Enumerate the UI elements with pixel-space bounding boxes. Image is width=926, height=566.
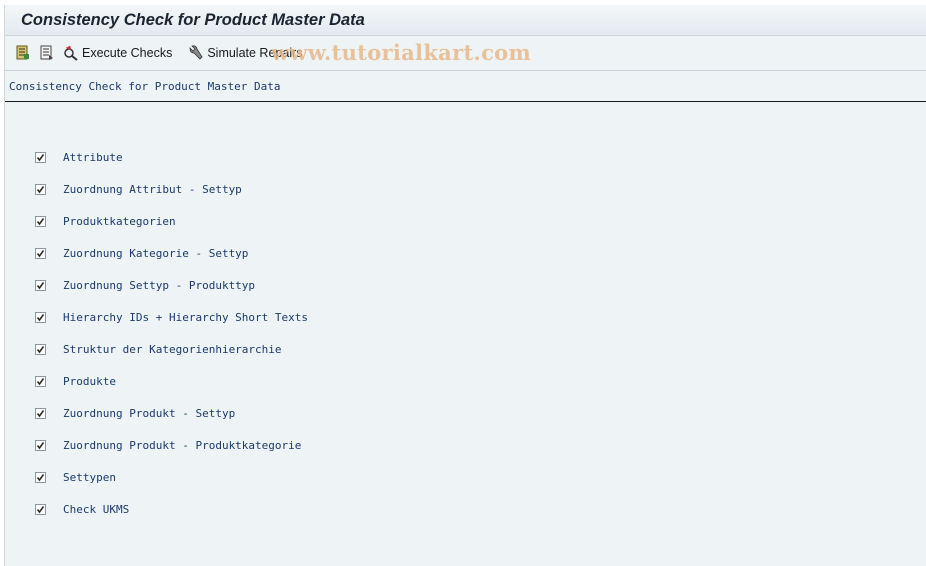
application-toolbar: Execute Checks Simulate Repairs www.tuto… (5, 36, 926, 71)
check-label: Settypen (63, 470, 116, 484)
check-label: Produkte (63, 374, 116, 388)
check-row: Zuordnung Settyp - Produkttyp (35, 269, 308, 301)
checkmark-icon (36, 185, 45, 193)
check-label: Struktur der Kategorienhierarchie (63, 342, 282, 356)
check-label: Produktkategorien (63, 214, 176, 228)
checkmark-icon (36, 505, 45, 513)
check-label: Zuordnung Produkt - Produktkategorie (63, 438, 302, 452)
checkbox[interactable] (35, 247, 46, 259)
check-label: Zuordnung Settyp - Produkttyp (63, 278, 256, 292)
execute-checks-icon (64, 45, 78, 61)
checkmark-icon (36, 281, 45, 289)
section-header: Consistency Check for Product Master Dat… (5, 71, 926, 102)
checkbox[interactable] (35, 407, 46, 419)
checkbox[interactable] (35, 375, 46, 387)
check-label: Zuordnung Kategorie - Settyp (63, 246, 249, 260)
get-variant-icon[interactable] (39, 45, 55, 61)
check-row: Zuordnung Kategorie - Settyp (35, 237, 308, 269)
execute-checks-label: Execute Checks (82, 46, 173, 60)
checkmark-icon (36, 217, 45, 225)
check-row: Zuordnung Produkt - Settyp (35, 397, 308, 429)
checkmark-icon (36, 473, 45, 481)
checkmark-icon (36, 153, 45, 161)
checkmark-icon (36, 441, 45, 449)
simulate-repairs-button[interactable]: Simulate Repairs (188, 45, 303, 61)
check-list: Attribute Zuordnung Attribut - Settyp Prod… (35, 141, 308, 525)
main-window: Consistency Check for Product Master Dat… (4, 5, 926, 566)
execute-checks-button[interactable]: Execute Checks (63, 45, 172, 61)
check-row: Produktkategorien (35, 205, 308, 237)
checkmark-icon (36, 249, 45, 257)
check-row: Produkte (35, 365, 308, 397)
check-label: Zuordnung Attribut - Settyp (63, 182, 242, 196)
save-variant-icon[interactable] (15, 45, 31, 61)
watermark-text: www.tutorialkart.com (271, 40, 531, 65)
simulate-repairs-label: Simulate Repairs (207, 46, 303, 60)
checkmark-icon (36, 345, 45, 353)
checkmark-icon (36, 313, 45, 321)
checkbox[interactable] (35, 311, 46, 323)
check-label: Check UKMS (63, 502, 130, 516)
check-label: Hierarchy IDs + Hierarchy Short Texts (63, 310, 309, 324)
check-label: Attribute (63, 150, 123, 164)
check-row: Attribute (35, 141, 308, 173)
check-row: Hierarchy IDs + Hierarchy Short Texts (35, 301, 308, 333)
check-row: Struktur der Kategorienhierarchie (35, 333, 308, 365)
checkbox[interactable] (35, 439, 46, 451)
wrench-icon (189, 45, 203, 60)
checkbox[interactable] (35, 151, 46, 163)
checkmark-icon (36, 377, 45, 385)
checkbox[interactable] (35, 343, 46, 355)
checkbox[interactable] (35, 471, 46, 483)
checkbox[interactable] (35, 215, 46, 227)
check-row: Zuordnung Attribut - Settyp (35, 173, 308, 205)
checkmark-icon (36, 409, 45, 417)
check-label: Zuordnung Produkt - Settyp (63, 406, 236, 420)
checkbox[interactable] (35, 183, 46, 195)
check-row: Check UKMS (35, 493, 308, 525)
check-row: Settypen (35, 461, 308, 493)
window-title: Consistency Check for Product Master Dat… (21, 10, 365, 29)
title-bar: Consistency Check for Product Master Dat… (5, 5, 926, 36)
checkbox[interactable] (35, 503, 46, 515)
checkbox[interactable] (35, 279, 46, 291)
check-row: Zuordnung Produkt - Produktkategorie (35, 429, 308, 461)
